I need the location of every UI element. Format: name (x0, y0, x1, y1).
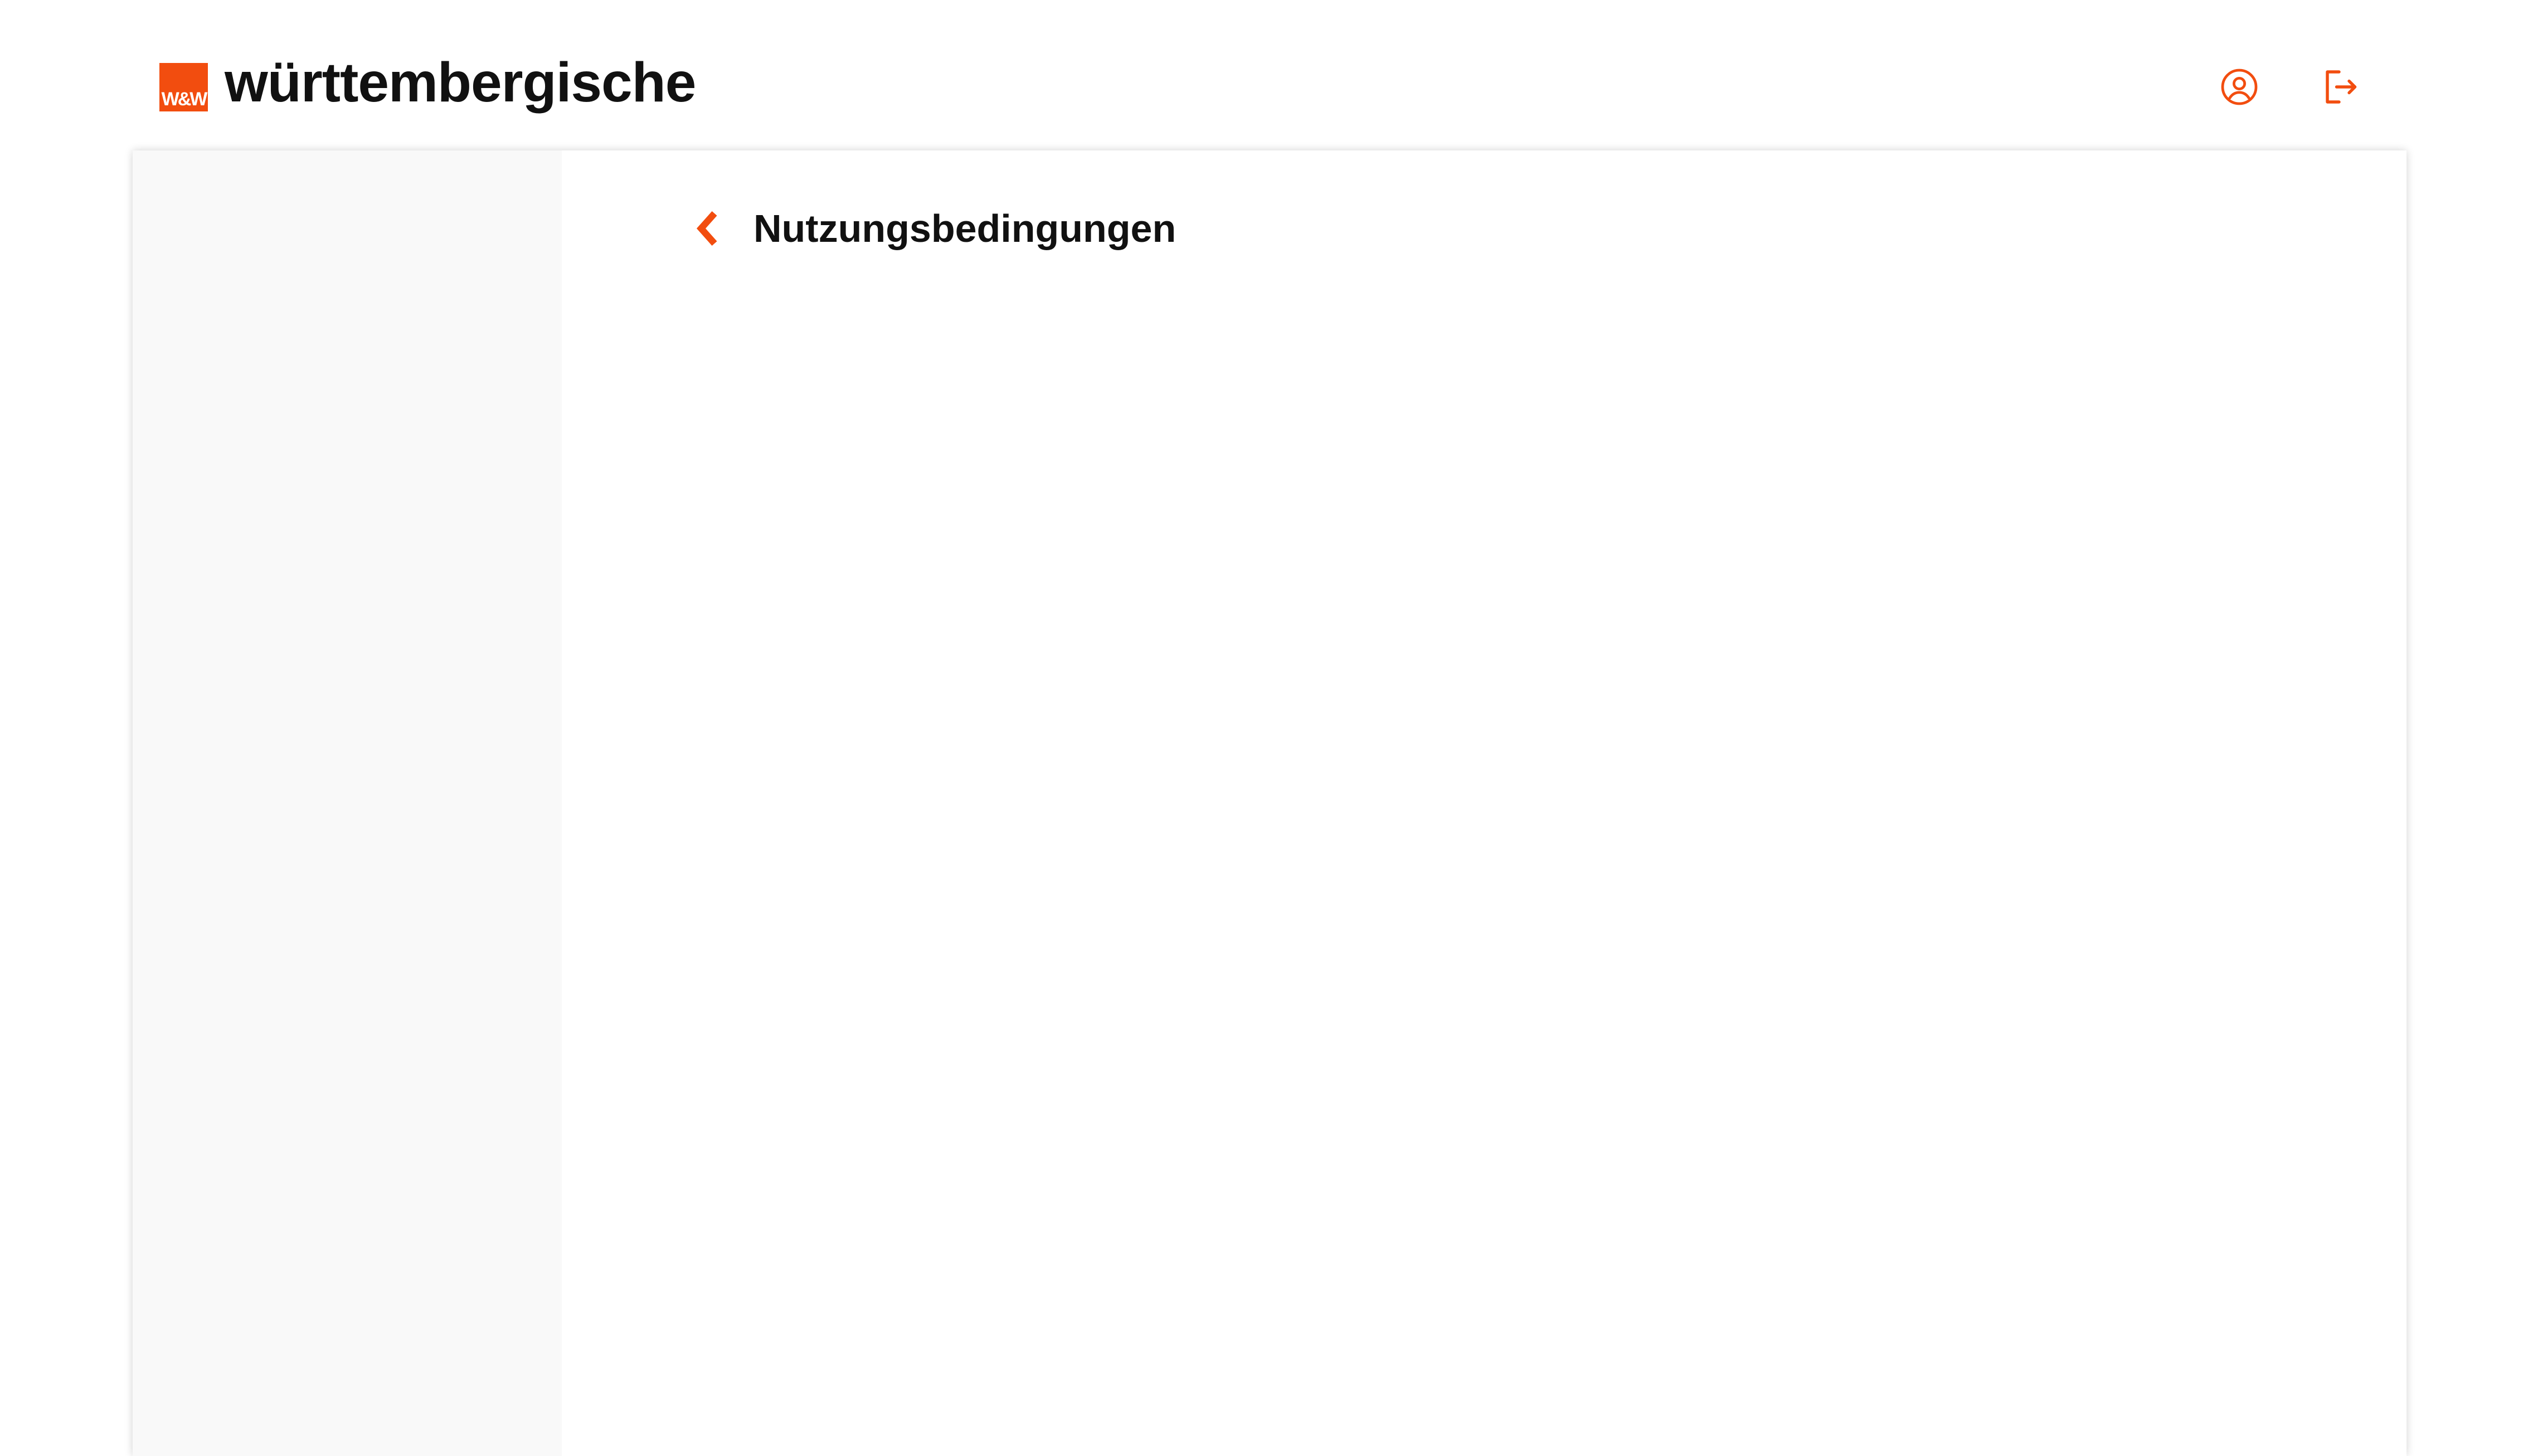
top-header: W&W württembergische (0, 0, 2528, 150)
main-content: Nutzungsbedingungen (562, 150, 2407, 1456)
brand-logo[interactable]: W&W württembergische (159, 55, 696, 115)
logout-button[interactable] (2318, 65, 2363, 109)
logout-icon (2326, 70, 2357, 104)
brand-name: württembergische (225, 51, 696, 114)
user-circle-icon (2221, 69, 2258, 105)
brand-mark-text: W&W (161, 88, 208, 110)
content-card: Nutzungsbedingungen (133, 150, 2407, 1456)
page-header: Nutzungsbedingungen (694, 201, 1176, 256)
back-button[interactable] (694, 201, 733, 256)
profile-button[interactable] (2217, 65, 2262, 109)
chevron-left-icon (696, 211, 717, 246)
brand-mark: W&W (159, 62, 208, 111)
sidebar (133, 150, 562, 1456)
page-title: Nutzungsbedingungen (753, 207, 1177, 250)
